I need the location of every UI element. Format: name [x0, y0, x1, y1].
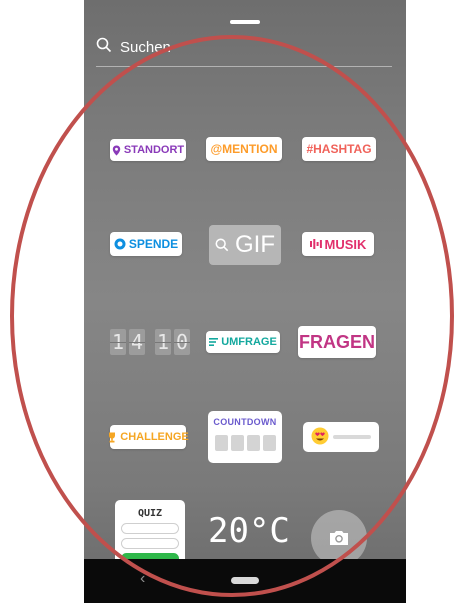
questions-sticker[interactable]: FRAGEN: [298, 326, 376, 358]
mention-sticker-label: @MENTION: [210, 142, 278, 156]
location-sticker[interactable]: STANDORT: [110, 139, 186, 161]
quiz-option: [121, 538, 179, 549]
gif-search-icon: [215, 238, 229, 252]
hashtag-sticker-label: #HASHTAG: [306, 142, 372, 156]
search-bar[interactable]: Suchen: [96, 36, 171, 58]
slider-track[interactable]: [333, 435, 371, 439]
search-input[interactable]: Suchen: [120, 39, 171, 56]
heart-eyes-emoji-icon: [311, 427, 329, 445]
gif-sticker-label: GIF: [235, 231, 275, 258]
time-digit: 1: [155, 329, 171, 355]
gif-sticker[interactable]: GIF: [209, 225, 281, 265]
challenge-sticker-label: CHALLENGE: [120, 431, 189, 443]
home-pill-icon[interactable]: [231, 577, 259, 584]
time-digit: 1: [110, 329, 126, 355]
challenge-sticker[interactable]: CHALLENGE: [107, 425, 189, 449]
screenshot-stage: Suchen STANDORT @MENTION #HASHTAG SPENDE…: [0, 0, 456, 603]
trophy-icon: [107, 432, 117, 443]
donation-icon: [114, 238, 126, 250]
countdown-boxes: [208, 435, 282, 451]
mention-sticker[interactable]: @MENTION: [206, 137, 282, 161]
drag-handle[interactable]: [230, 20, 260, 24]
temperature-sticker[interactable]: 20°C: [208, 511, 290, 551]
music-sticker-label: MUSIK: [324, 236, 367, 252]
system-nav-bar: ‹: [84, 559, 406, 603]
poll-sticker-label: UMFRAGE: [221, 336, 277, 348]
time-sticker[interactable]: 1 4 1 0: [110, 329, 190, 355]
time-digit: 0: [174, 329, 190, 355]
countdown-sticker-label: COUNTDOWN: [213, 417, 277, 427]
questions-sticker-label: FRAGEN: [299, 331, 375, 352]
music-bars-icon: [309, 239, 322, 249]
donation-sticker-label: SPENDE: [128, 237, 179, 251]
quiz-option: [121, 523, 179, 534]
poll-lines-icon: [209, 338, 219, 346]
countdown-sticker[interactable]: COUNTDOWN: [208, 411, 282, 463]
time-digit: 4: [129, 329, 145, 355]
search-underline: [96, 66, 392, 67]
camera-button[interactable]: [311, 510, 367, 566]
emoji-slider-sticker[interactable]: [303, 422, 379, 452]
sticker-tray: Suchen STANDORT @MENTION #HASHTAG SPENDE…: [84, 0, 406, 603]
camera-icon: [330, 531, 348, 545]
quiz-sticker-label: QUIZ: [137, 508, 163, 519]
donation-sticker[interactable]: SPENDE: [110, 232, 182, 256]
music-sticker[interactable]: MUSIK: [302, 232, 374, 256]
location-pin-icon: [112, 145, 121, 156]
hashtag-sticker[interactable]: #HASHTAG: [302, 137, 376, 161]
poll-sticker[interactable]: UMFRAGE: [206, 331, 280, 353]
location-sticker-label: STANDORT: [123, 144, 185, 156]
back-chevron-icon[interactable]: ‹: [140, 570, 145, 588]
search-icon: [96, 37, 112, 58]
